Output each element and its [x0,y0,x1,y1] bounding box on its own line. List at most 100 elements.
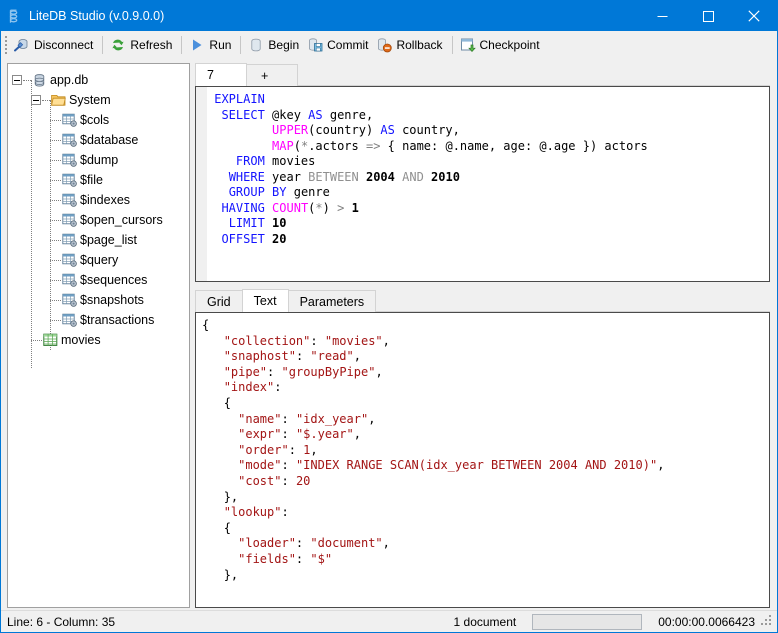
checkpoint-icon [460,37,476,53]
tree-connector [50,180,61,181]
query-panel: 7 + EXPLAIN SELECT @key AS genre, UPPER(… [195,63,775,610]
main-toolbar: Disconnect Refresh Run [1,31,777,60]
tree-node-label: $indexes [80,193,130,207]
database-icon [31,72,47,88]
tree-node-label: $cols [80,113,109,127]
tree-node-label: $file [80,173,103,187]
refresh-arrows-icon [110,37,126,53]
toolbar-separator [102,36,103,54]
close-button[interactable] [731,1,777,31]
title-bar: LiteDB Studio (v.0.9.0.0) [1,1,777,31]
system-collection-icon [61,172,77,188]
database-tree: app.db System [8,64,189,350]
minimize-button[interactable] [639,1,685,31]
tree-node-transactions[interactable]: $transactions [8,310,189,330]
toolbar-grip[interactable] [3,34,11,56]
tree-node-app-db[interactable]: app.db [8,70,189,90]
resize-grip[interactable] [761,615,775,629]
tree-node-movies[interactable]: movies [8,330,189,350]
system-collection-icon [61,112,77,128]
tree-node-label: movies [61,333,101,347]
run-button[interactable]: Run [186,34,236,56]
system-collections-list: $cols $database $dump $file $indexes $op… [8,110,189,330]
query-tab-label: 7 [207,68,214,82]
system-collection-icon [61,252,77,268]
tree-node-label: $transactions [80,313,154,327]
caret-position-status: Line: 6 - Column: 35 [1,615,115,629]
disconnect-button[interactable]: Disconnect [11,34,98,56]
database-tree-panel[interactable]: app.db System [7,63,190,608]
rollback-icon [376,37,392,53]
window-title: LiteDB Studio (v.0.9.0.0) [27,9,164,23]
tree-node-label: $snapshots [80,293,144,307]
run-label: Run [209,38,231,52]
system-collection-icon [61,232,77,248]
tree-connector [50,300,61,301]
tree-connector [42,100,50,101]
tab-grid[interactable]: Grid [195,290,243,312]
tab-text-label: Text [254,294,277,308]
query-tab-strip: 7 + [195,63,770,86]
refresh-label: Refresh [130,38,172,52]
tree-node-page-list[interactable]: $page_list [8,230,189,250]
tree-node-indexes[interactable]: $indexes [8,190,189,210]
document-count-status: 1 document [454,615,517,629]
system-collection-icon [61,272,77,288]
commit-label: Commit [327,38,368,52]
tree-node-system[interactable]: System [8,90,189,110]
tree-connector [50,260,61,261]
tab-text[interactable]: Text [242,289,289,312]
system-collection-icon [61,212,77,228]
main-content: app.db System [1,60,777,610]
begin-button[interactable]: Begin [245,34,304,56]
tree-node-sequences[interactable]: $sequences [8,270,189,290]
commit-button[interactable]: Commit [304,34,373,56]
result-text-panel[interactable]: { "collection": "movies", "snaphost": "r… [195,312,770,608]
checkpoint-label: Checkpoint [480,38,540,52]
sql-editor[interactable]: EXPLAIN SELECT @key AS genre, UPPER(coun… [195,86,770,282]
tree-node-label: $open_cursors [80,213,163,227]
maximize-button[interactable] [685,1,731,31]
tree-node-label: $sequences [80,273,147,287]
folder-open-icon [50,92,66,108]
app-window: LiteDB Studio (v.0.9.0.0) [0,0,778,633]
tree-connector [50,280,61,281]
new-query-tab-label: + [261,69,268,83]
user-collections-list: movies [8,330,189,350]
tree-connector [31,340,42,341]
begin-label: Begin [268,38,299,52]
tree-node-database[interactable]: $database [8,130,189,150]
system-collection-icon [61,152,77,168]
tree-node-label: System [69,93,111,107]
new-query-tab-button[interactable]: + [246,64,298,86]
tab-grid-label: Grid [207,295,231,309]
progress-bar [532,614,642,630]
disconnect-label: Disconnect [34,38,93,52]
collapse-toggle[interactable] [31,95,41,105]
tree-node-label: $page_list [80,233,137,247]
tree-node-file[interactable]: $file [8,170,189,190]
begin-transaction-icon [248,37,264,53]
collapse-toggle[interactable] [12,75,22,85]
tree-connector [50,140,61,141]
tab-parameters[interactable]: Parameters [288,290,377,312]
commit-save-icon [307,37,323,53]
tree-connector [50,240,61,241]
tree-node-snapshots[interactable]: $snapshots [8,290,189,310]
sql-editor-content[interactable]: EXPLAIN SELECT @key AS genre, UPPER(coun… [207,87,769,281]
toolbar-separator [181,36,182,54]
status-bar: Line: 6 - Column: 35 1 document 00:00:00… [1,610,777,632]
rollback-button[interactable]: Rollback [373,34,447,56]
tree-node-dump[interactable]: $dump [8,150,189,170]
tree-connector [50,200,61,201]
checkpoint-button[interactable]: Checkpoint [457,34,545,56]
tree-node-cols[interactable]: $cols [8,110,189,130]
tree-connector [50,160,61,161]
system-collection-icon [61,292,77,308]
refresh-button[interactable]: Refresh [107,34,177,56]
tree-node-open-cursors[interactable]: $open_cursors [8,210,189,230]
result-text-content: { "collection": "movies", "snaphost": "r… [196,318,769,583]
query-tab-7[interactable]: 7 [195,63,247,86]
tree-node-query[interactable]: $query [8,250,189,270]
toolbar-separator [240,36,241,54]
